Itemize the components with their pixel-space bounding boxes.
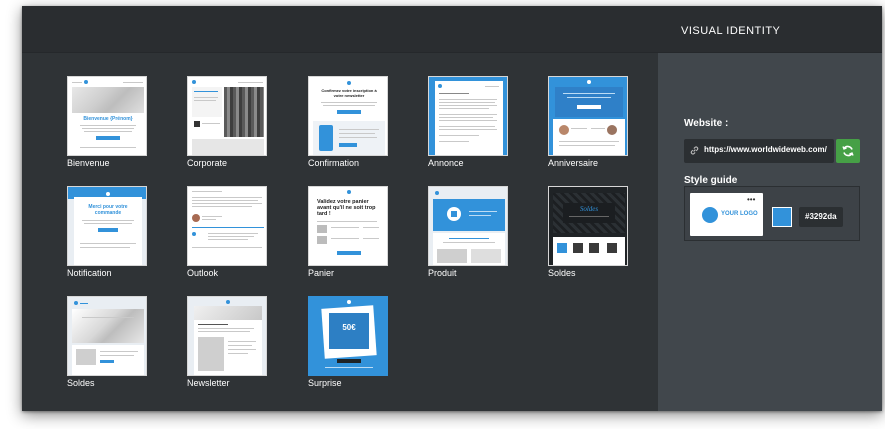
style-guide-label: Style guide bbox=[684, 175, 738, 186]
template-label: Annonce bbox=[428, 158, 464, 168]
template-thumbnail bbox=[187, 76, 267, 156]
logo-icon bbox=[702, 207, 718, 223]
template-panier[interactable]: Validez votre panier avant qu'il ne soit… bbox=[308, 186, 388, 278]
template-label: Newsletter bbox=[187, 378, 230, 388]
logo-text: YOUR LOGO bbox=[721, 211, 758, 217]
template-thumbnail bbox=[67, 296, 147, 376]
thumb-title: Bienvenue {Prénom} bbox=[83, 116, 133, 122]
refresh-button[interactable] bbox=[836, 139, 860, 163]
refresh-icon bbox=[842, 145, 854, 157]
logo-card[interactable]: ••• YOUR LOGO bbox=[690, 193, 763, 236]
color-swatch[interactable] bbox=[772, 207, 792, 227]
template-confirmation[interactable]: Confirmez votre inscription à votre news… bbox=[308, 76, 388, 168]
template-label: Notification bbox=[67, 268, 112, 278]
template-thumbnail: Merci pour votre commande bbox=[67, 186, 147, 266]
template-thumbnail: Soldes bbox=[548, 186, 628, 266]
template-label: Bienvenue bbox=[67, 158, 110, 168]
template-newsletter[interactable]: Newsletter bbox=[187, 296, 267, 388]
template-soldes[interactable]: Soldes Soldes bbox=[548, 186, 628, 278]
template-label: Soldes bbox=[548, 268, 576, 278]
template-annonce[interactable]: Annonce bbox=[428, 76, 508, 168]
template-label: Outlook bbox=[187, 268, 219, 278]
template-produit[interactable]: Produit bbox=[428, 186, 508, 278]
template-label: Surprise bbox=[308, 378, 342, 388]
thumb-title: Confirmez votre inscription à votre news… bbox=[321, 88, 377, 98]
template-thumbnail: Bienvenue {Prénom} bbox=[67, 76, 147, 156]
template-thumbnail bbox=[187, 296, 267, 376]
template-label: Produit bbox=[428, 268, 457, 278]
template-label: Soldes bbox=[67, 378, 95, 388]
link-icon bbox=[690, 146, 699, 155]
template-thumbnail bbox=[548, 76, 628, 156]
template-label: Corporate bbox=[187, 158, 228, 168]
template-thumbnail: 50€ bbox=[308, 296, 388, 376]
more-options-icon[interactable]: ••• bbox=[747, 195, 755, 204]
template-notification[interactable]: Merci pour votre commande Notification bbox=[67, 186, 147, 278]
template-thumbnail: Validez votre panier avant qu'il ne soit… bbox=[308, 186, 388, 266]
template-surprise[interactable]: 50€ Surprise bbox=[308, 296, 388, 388]
color-hex-value[interactable]: #3292da bbox=[799, 207, 843, 227]
template-thumbnail bbox=[428, 186, 508, 266]
template-anniversaire[interactable]: Anniversaire bbox=[548, 76, 628, 168]
template-thumbnail bbox=[187, 186, 267, 266]
website-label: Website : bbox=[684, 118, 729, 129]
template-outlook[interactable]: Outlook bbox=[187, 186, 267, 278]
template-label: Confirmation bbox=[308, 158, 360, 168]
website-url-field[interactable]: https://www.worldwideweb.com/ bbox=[684, 139, 834, 163]
thumb-title: Soldes bbox=[579, 205, 599, 213]
template-bienvenue[interactable]: Bienvenue {Prénom} Bienvenue bbox=[67, 76, 147, 168]
template-thumbnail: Confirmez votre inscription à votre news… bbox=[308, 76, 388, 156]
thumb-title: 50€ bbox=[342, 323, 356, 332]
template-label: Panier bbox=[308, 268, 335, 278]
template-corporate[interactable]: Corporate bbox=[187, 76, 267, 168]
website-url: https://www.worldwideweb.com/ bbox=[704, 145, 827, 154]
thumb-title: Validez votre panier avant qu'il ne soit… bbox=[317, 199, 376, 217]
template-thumbnail bbox=[428, 76, 508, 156]
template-label: Anniversaire bbox=[548, 158, 599, 168]
panel-title: VISUAL IDENTITY bbox=[681, 25, 781, 37]
thumb-title: Merci pour votre commande bbox=[88, 204, 128, 216]
template-soldes-2[interactable]: Soldes bbox=[67, 296, 147, 388]
